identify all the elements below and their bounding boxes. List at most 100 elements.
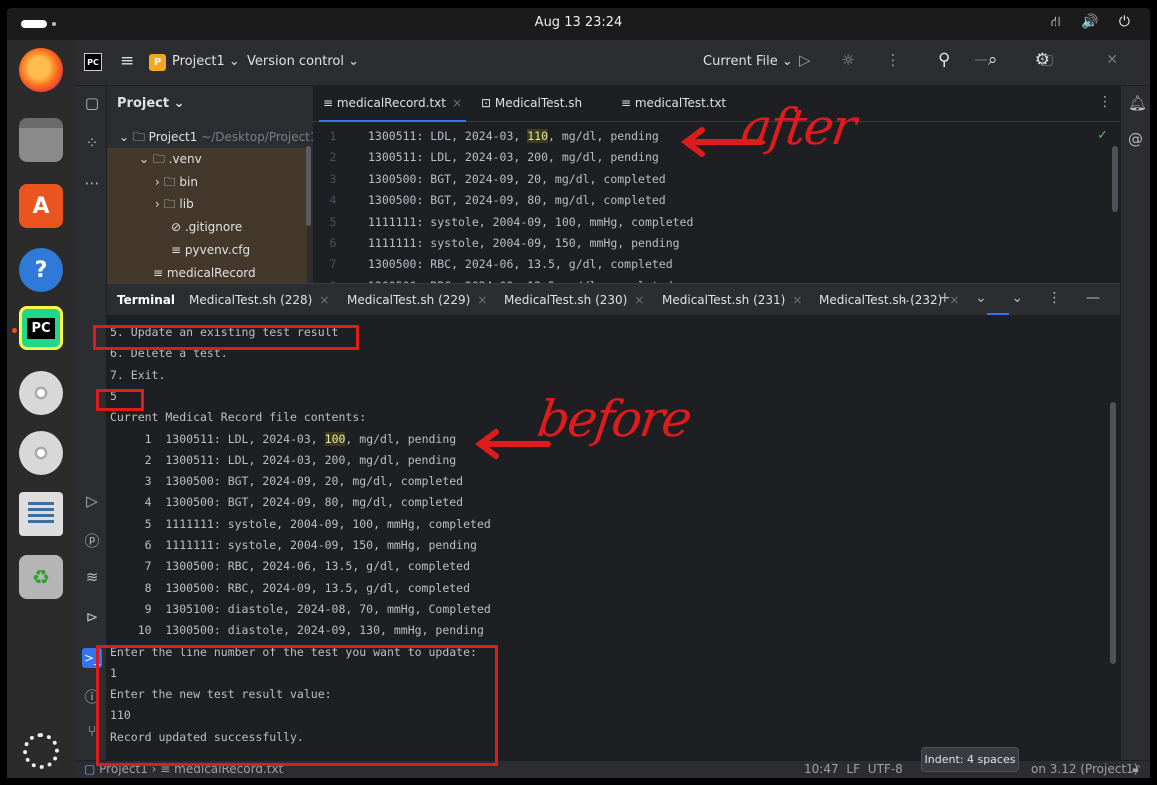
annotation-text-before: before [533,390,694,448]
text-editor-icon[interactable] [19,492,63,536]
tree-item-lib[interactable]: › 🗀 lib [155,193,194,215]
right-tool-strip: 🔔︎ @ [1120,86,1150,760]
terminal-line: 7. Exit. [110,367,166,382]
terminal-tabs: Terminal MedicalTest.sh (228) × MedicalTe… [107,284,1120,316]
tree-item-medicalrecord[interactable]: ≡ medicalRecord [153,262,256,283]
terminal-line: 9 1305100: diastole, 2024-08, 70, mmHg, … [110,601,491,616]
tab-medicalrecord-txt[interactable]: ≡ medicalRecord.txt × [318,96,467,122]
terminal-toolbar-icons[interactable]: … + ⌄ ⌄ ⋮ — [901,290,1110,306]
line-number: 6 [329,236,337,250]
run-debug-icons[interactable]: ▷ ☼ ⋮ [799,51,914,69]
indent-tooltip: Indent: 4 spaces [921,747,1019,772]
notifications-icon[interactable]: 🔔︎ [1128,94,1147,112]
line-text[interactable]: 1300500: RBC, 2024-06, 13.5, g/dl, compl… [368,257,673,271]
firefox-icon[interactable] [19,48,63,92]
tree-item-project1[interactable]: ⌄ 🗀 Project1 ~/Desktop/Project1 [119,126,313,148]
annotation-box-choice [96,389,144,411]
line-text[interactable]: 1111111: systole, 2004-09, 150, mmHg, pe… [368,236,680,250]
annotation-box-update-dialog [96,645,498,766]
terminal-line: 8 1300500: RBC, 2024-09, 13.5, g/dl, com… [110,580,471,595]
code-line[interactable]: 4 1300500: BGT, 2024-09, 80, mg/dl, compl… [313,190,1120,211]
ubuntu-dock: A ? PC ♻ [7,40,76,778]
tab-medicaltest-229[interactable]: MedicalTest.sh (229) × [347,293,487,307]
terminal-scrollbar[interactable] [1110,402,1116,664]
terminal-line: 7 1300500: RBC, 2024-06, 13.5, g/dl, com… [110,559,471,574]
gnome-top-bar: Aug 13 23:24 ⛙ 🔊 ⏻ [7,8,1150,40]
annotation-text-after: after [737,98,858,156]
project-panel-header[interactable]: Project ⌄ [117,96,184,111]
trash-icon[interactable]: ♻ [19,555,63,599]
layers-icon[interactable]: ≋ [82,568,102,588]
files-icon[interactable] [19,118,63,162]
python-console-icon[interactable]: ⓟ [82,530,102,550]
code-line[interactable]: 5 1111111: systole, 2004-09, 100, mmHg, c… [313,212,1120,233]
terminal-line: 10 1300500: diastole, 2024-09, 130, mmHg… [110,623,484,638]
line-text[interactable]: 1300500: BGT, 2024-09, 20, mg/dl, comple… [368,172,666,186]
close-icon[interactable]: × [477,293,487,307]
code-line[interactable]: 6 1111111: systole, 2004-09, 150, mmHg, p… [313,233,1120,254]
ai-assistant-icon[interactable]: @ [1128,130,1143,148]
line-text[interactable]: 1300500: BGT, 2024-09, 80, mg/dl, comple… [368,193,666,207]
tab-medicaltest-231[interactable]: MedicalTest.sh (231) × [662,293,802,307]
terminal-line: 4 1300500: BGT, 2024-09, 80, mg/dl, comp… [110,495,464,510]
project-switcher[interactable]: Project1 ⌄ [172,54,240,69]
project-scrollbar[interactable] [306,146,311,226]
run-icon[interactable]: ▷ [82,492,102,512]
close-icon[interactable]: × [452,96,462,110]
window-controls[interactable]: — ▢ ✕ [974,52,1142,68]
unlock-icon[interactable]: 🔓︎ [1132,761,1140,776]
code-line[interactable]: 7 1300500: RBC, 2024-06, 13.5, g/dl, comp… [313,254,1120,275]
app-center-icon[interactable]: A [19,184,63,228]
pycharm-logo-icon: PC [84,53,102,71]
close-icon[interactable]: × [634,293,644,307]
tab-medicaltest-sh[interactable]: ⊡ MedicalTest.sh [481,96,582,110]
terminal-line: 5 1111111: systole, 2004-09, 100, mmHg, … [110,516,491,531]
terminal-line: 2 1300511: LDL, 2024-03, 200, mg/dl, pen… [110,452,457,467]
line-text[interactable]: 1300511: LDL, 2024-03, 110, mg/dl, pendi… [368,129,659,143]
tree-item-bin[interactable]: › 🗀 bin [155,171,198,193]
show-apps-icon[interactable] [23,733,59,769]
project-badge: P [149,54,166,71]
help-icon[interactable]: ? [19,248,63,292]
tab-underline [987,313,1009,315]
editor-scrollbar[interactable] [1112,146,1118,212]
more-tabs-icon[interactable]: ⋮ [1098,94,1112,110]
tree-item-pyvenv[interactable]: ≡ pyvenv.cfg [171,239,250,261]
more-tools-icon[interactable]: ⋯ [82,174,102,194]
disc-icon-2[interactable] [19,431,63,475]
line-text[interactable]: 1111111: systole, 2004-09, 100, mmHg, co… [368,215,693,229]
terminal-line: 3 1300500: BGT, 2024-09, 20, mg/dl, comp… [110,474,464,489]
tree-item-gitignore[interactable]: ⊘ .gitignore [171,216,242,238]
python-interpreter[interactable]: on 3.12 (Project1) [1031,762,1138,776]
tab-medicaltest-230[interactable]: MedicalTest.sh (230) × [504,293,644,307]
line-number: 7 [329,257,337,272]
inspection-ok-icon[interactable]: ✓ [1097,128,1108,143]
terminal-line: 6 1111111: systole, 2004-09, 150, mmHg, … [110,538,477,552]
line-number: 2 [329,150,337,165]
run-config-selector[interactable]: Current File ⌄ [703,54,793,69]
tab-medicaltest-228[interactable]: MedicalTest.sh (228) × [189,293,329,307]
line-text[interactable]: 1300511: LDL, 2024-03, 200, mg/dl, pendi… [368,150,659,164]
code-line[interactable]: 3 1300500: BGT, 2024-09, 20, mg/dl, compl… [313,169,1120,190]
folder-icon[interactable]: ▢ [82,94,102,114]
project-panel: Project ⌄ ⌄ 🗀 Project1 ~/Desktop/Project… [107,86,313,283]
terminal-line: 1 1300511: LDL, 2024-03, 100, mg/dl, pen… [110,431,457,446]
terminal-title: Terminal [117,293,176,307]
clock[interactable]: Aug 13 23:24 [7,15,1150,30]
system-tray-icons[interactable]: ⛙ 🔊 ⏻ [1051,14,1138,32]
pycharm-icon[interactable]: PC [12,306,63,350]
close-icon[interactable]: × [792,293,802,307]
annotation-box-menu-option [93,325,359,350]
close-icon[interactable]: × [319,293,329,307]
caret-position-encoding[interactable]: 10:47 LF UTF-8 [804,762,903,776]
hamburger-menu-icon[interactable]: ≡ [120,51,134,71]
disc-icon[interactable] [19,371,63,415]
tab-medicaltest-txt[interactable]: ≡ medicalTest.txt [621,96,726,110]
services-icon[interactable]: ⊳ [82,608,102,628]
tree-item-venv[interactable]: ⌄ 🗀 .venv [139,148,202,170]
screen: Aug 13 23:24 ⛙ 🔊 ⏻ A ? PC ♻ PC ≡ P Proje… [0,0,1157,785]
terminal-line: Current Medical Record file contents: [110,410,367,425]
version-control-menu[interactable]: Version control ⌄ [247,54,359,69]
line-number: 4 [329,193,337,208]
structure-icon[interactable]: ⁘ [82,134,102,154]
